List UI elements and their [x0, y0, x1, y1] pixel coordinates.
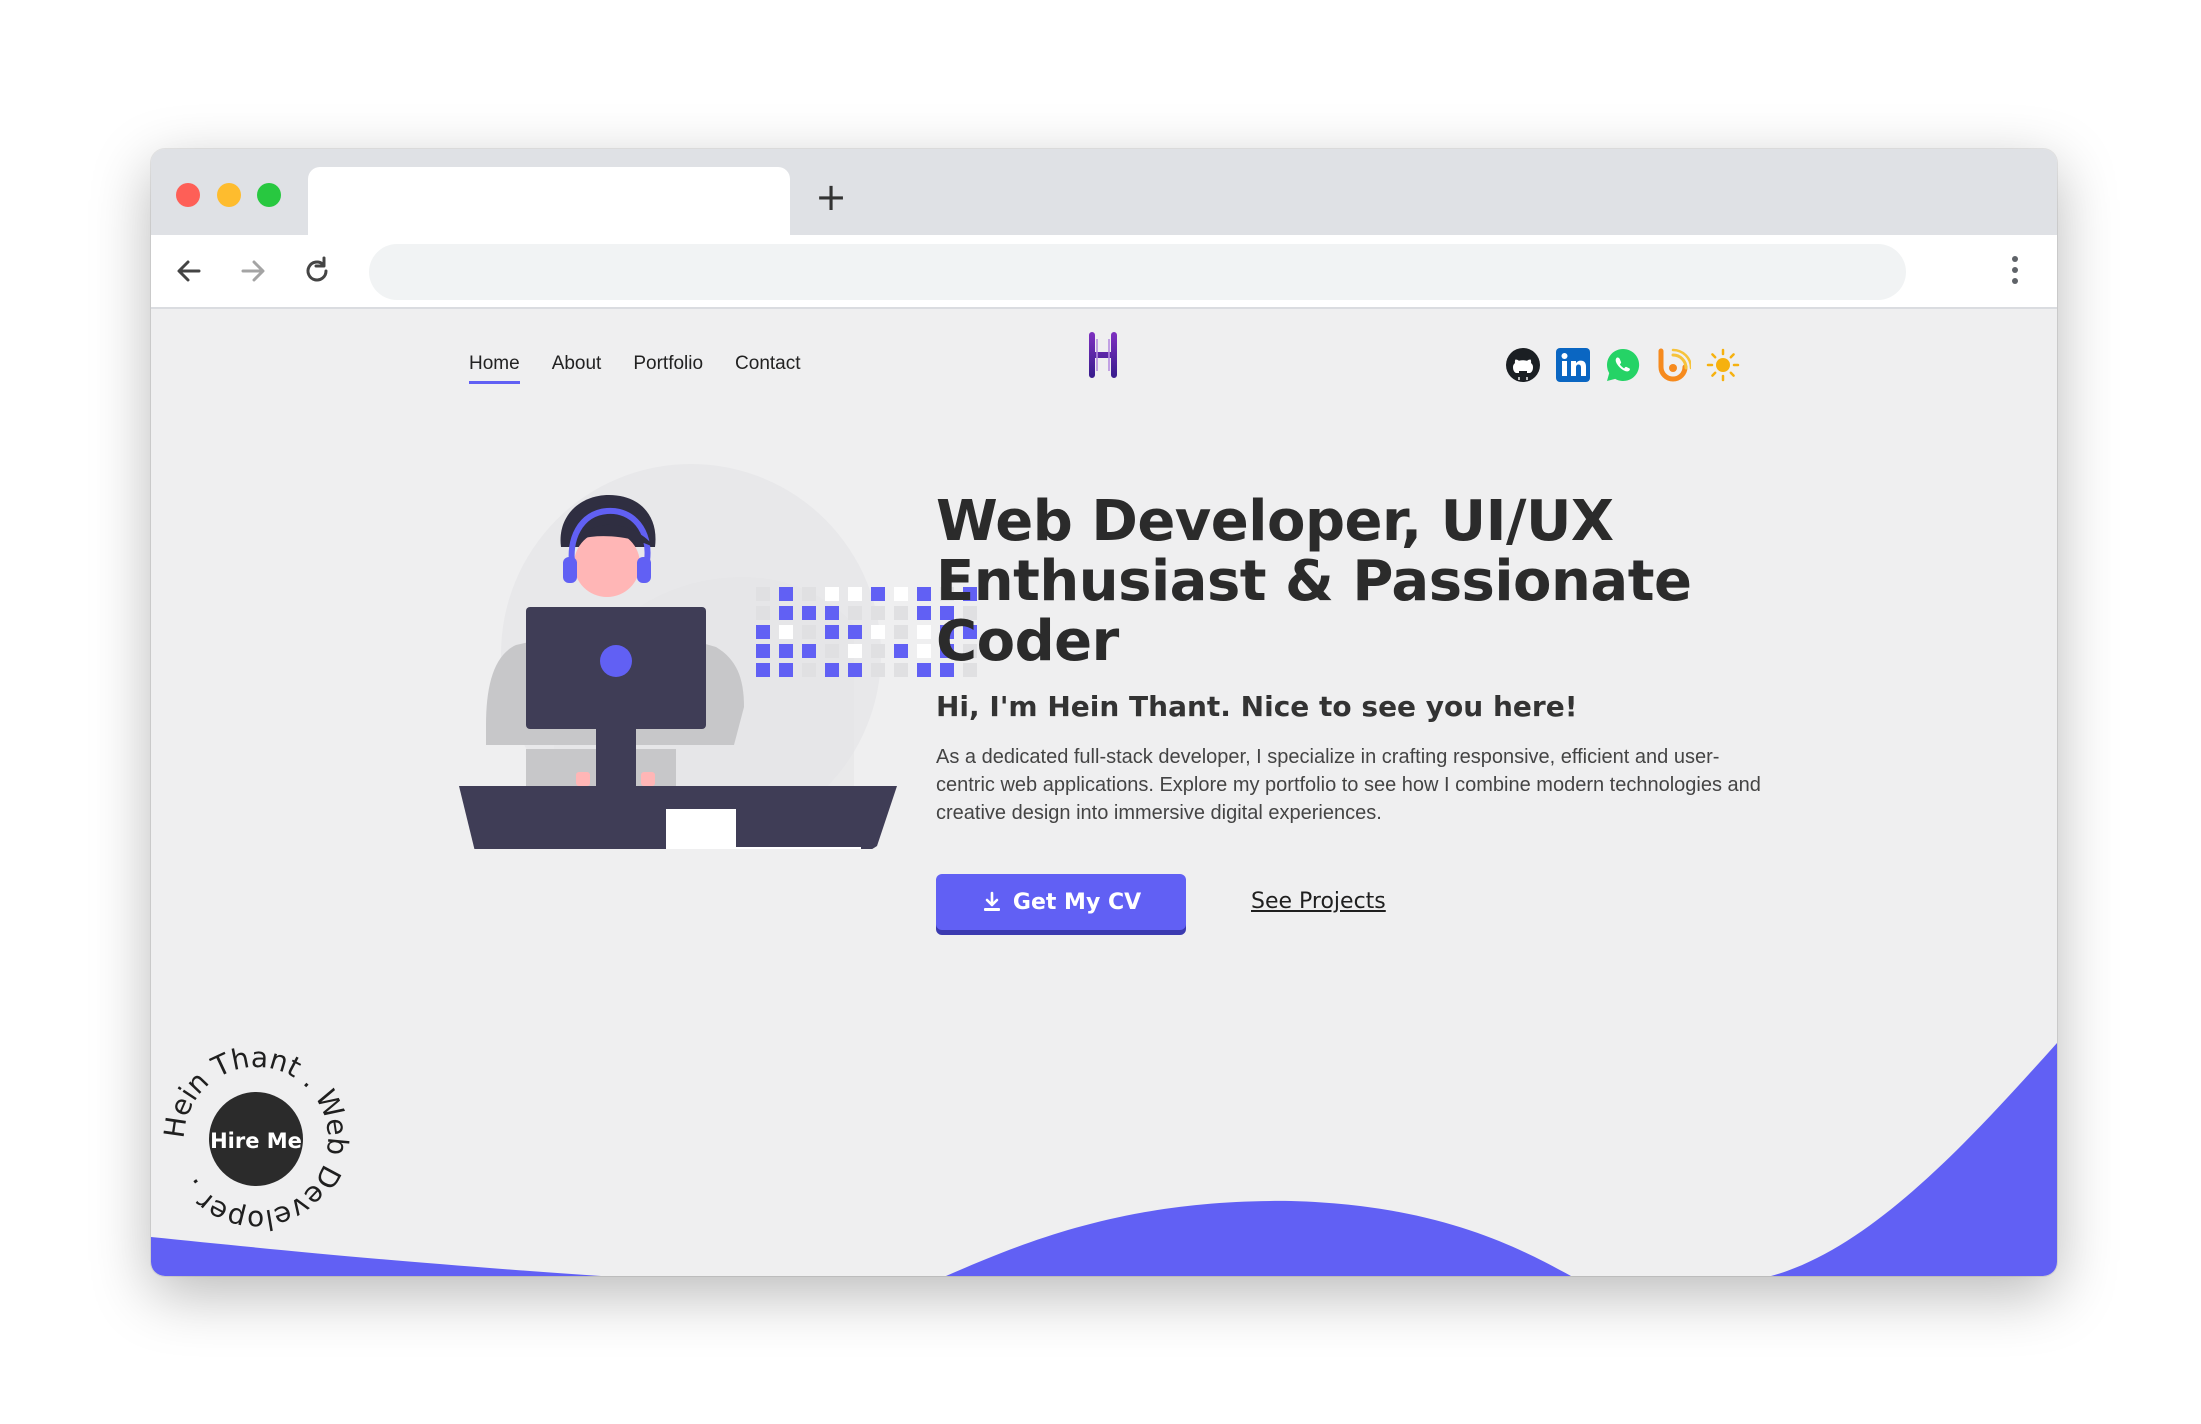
pixel-square [848, 644, 862, 658]
get-cv-button[interactable]: Get My CV [936, 874, 1186, 930]
pixel-square [848, 606, 862, 620]
pixel-square [779, 663, 793, 677]
pixel-square [871, 606, 885, 620]
kebab-dot-icon [2012, 267, 2018, 273]
pixel-square [871, 625, 885, 639]
pixel-square [917, 644, 931, 658]
maximize-window-button[interactable] [257, 183, 281, 207]
pixel-square [894, 625, 908, 639]
arrow-left-icon [177, 260, 201, 282]
page-viewport: Home About Portfolio Contact Web Develop… [151, 309, 2057, 1276]
pixel-square [894, 606, 908, 620]
pixel-square [825, 587, 839, 601]
reload-button[interactable] [299, 253, 335, 289]
pixel-square [802, 625, 816, 639]
minimize-window-button[interactable] [217, 183, 241, 207]
hero-subheadline: Hi, I'm Hein Thant. Nice to see you here… [936, 690, 1578, 723]
kebab-dot-icon [2012, 256, 2018, 262]
pixel-square [756, 587, 770, 601]
tab-bar: + [151, 149, 2057, 235]
pixel-square [756, 625, 770, 639]
pixel-square [802, 587, 816, 601]
pixel-square [802, 606, 816, 620]
new-tab-button[interactable]: + [811, 177, 851, 217]
nav-about-link[interactable]: About [552, 353, 602, 384]
pixel-square [848, 663, 862, 677]
pixel-square [802, 663, 816, 677]
nav-portfolio-link[interactable]: Portfolio [633, 353, 703, 384]
browser-menu-button[interactable] [2009, 253, 2021, 289]
headline-line: Web Developer, UI/UX [936, 489, 1614, 554]
arrow-right-icon [241, 260, 265, 282]
hire-me-seal: Hein Thant . Web Developer . Hire Me [158, 1041, 355, 1237]
kebab-dot-icon [2012, 278, 2018, 284]
pixel-square [871, 644, 885, 658]
pixel-square [894, 587, 908, 601]
decorative-wave [151, 1043, 2057, 1276]
headline-line: Coder [936, 609, 1119, 674]
hire-me-label: Hire Me [210, 1129, 302, 1153]
headline-line: Enthusiast & Passionate [936, 549, 1692, 614]
pixel-square [894, 644, 908, 658]
nav-home-link[interactable]: Home [469, 353, 520, 384]
browser-toolbar [151, 235, 2057, 309]
address-bar[interactable] [369, 244, 1906, 300]
pixel-square [917, 606, 931, 620]
hero-headline: Web Developer, UI/UX Enthusiast & Passio… [936, 492, 1756, 672]
pixel-square [894, 663, 908, 677]
blogger-icon[interactable] [1655, 347, 1691, 383]
back-button[interactable] [171, 253, 207, 289]
nav-contact-link[interactable]: Contact [735, 353, 800, 384]
pixel-square [871, 587, 885, 601]
pixel-square [756, 606, 770, 620]
hire-me-badge[interactable]: Hein Thant . Web Developer . Hire Me [158, 1041, 355, 1237]
pixel-square [825, 644, 839, 658]
pixel-square [825, 625, 839, 639]
logo-mark [1089, 332, 1117, 378]
pixel-square [848, 625, 862, 639]
whatsapp-icon[interactable] [1605, 347, 1641, 383]
pixel-square [917, 663, 931, 677]
pixel-square [779, 606, 793, 620]
pixel-square [917, 587, 931, 601]
pixel-square [825, 606, 839, 620]
download-icon [983, 891, 1000, 911]
pixel-square [848, 587, 862, 601]
reload-icon [306, 256, 328, 282]
linkedin-icon[interactable] [1555, 347, 1591, 383]
get-cv-label: Get My CV [1012, 889, 1142, 915]
active-tab[interactable] [308, 167, 790, 235]
pixel-square [825, 663, 839, 677]
see-projects-link[interactable]: See Projects [1251, 889, 1386, 914]
hero-description: As a dedicated full-stack developer, I s… [936, 746, 1761, 824]
github-icon[interactable] [1505, 347, 1541, 383]
sun-icon[interactable] [1705, 347, 1741, 383]
forward-button[interactable] [235, 253, 271, 289]
site-nav: Home About Portfolio Contact [469, 353, 801, 384]
browser-window: + Home About Portfolio Contact Web Devel… [151, 149, 2057, 1276]
pixel-square [802, 644, 816, 658]
close-window-button[interactable] [176, 183, 200, 207]
pixel-square [756, 644, 770, 658]
pixel-square [917, 625, 931, 639]
hero-text: Web Developer, UI/UX Enthusiast & Passio… [936, 492, 1761, 827]
pixel-square [779, 644, 793, 658]
social-links [1505, 347, 1741, 383]
pixel-square [756, 663, 770, 677]
pixel-square [779, 587, 793, 601]
pixel-square [779, 625, 793, 639]
site-logo[interactable] [1085, 329, 1121, 381]
pixel-square [871, 663, 885, 677]
